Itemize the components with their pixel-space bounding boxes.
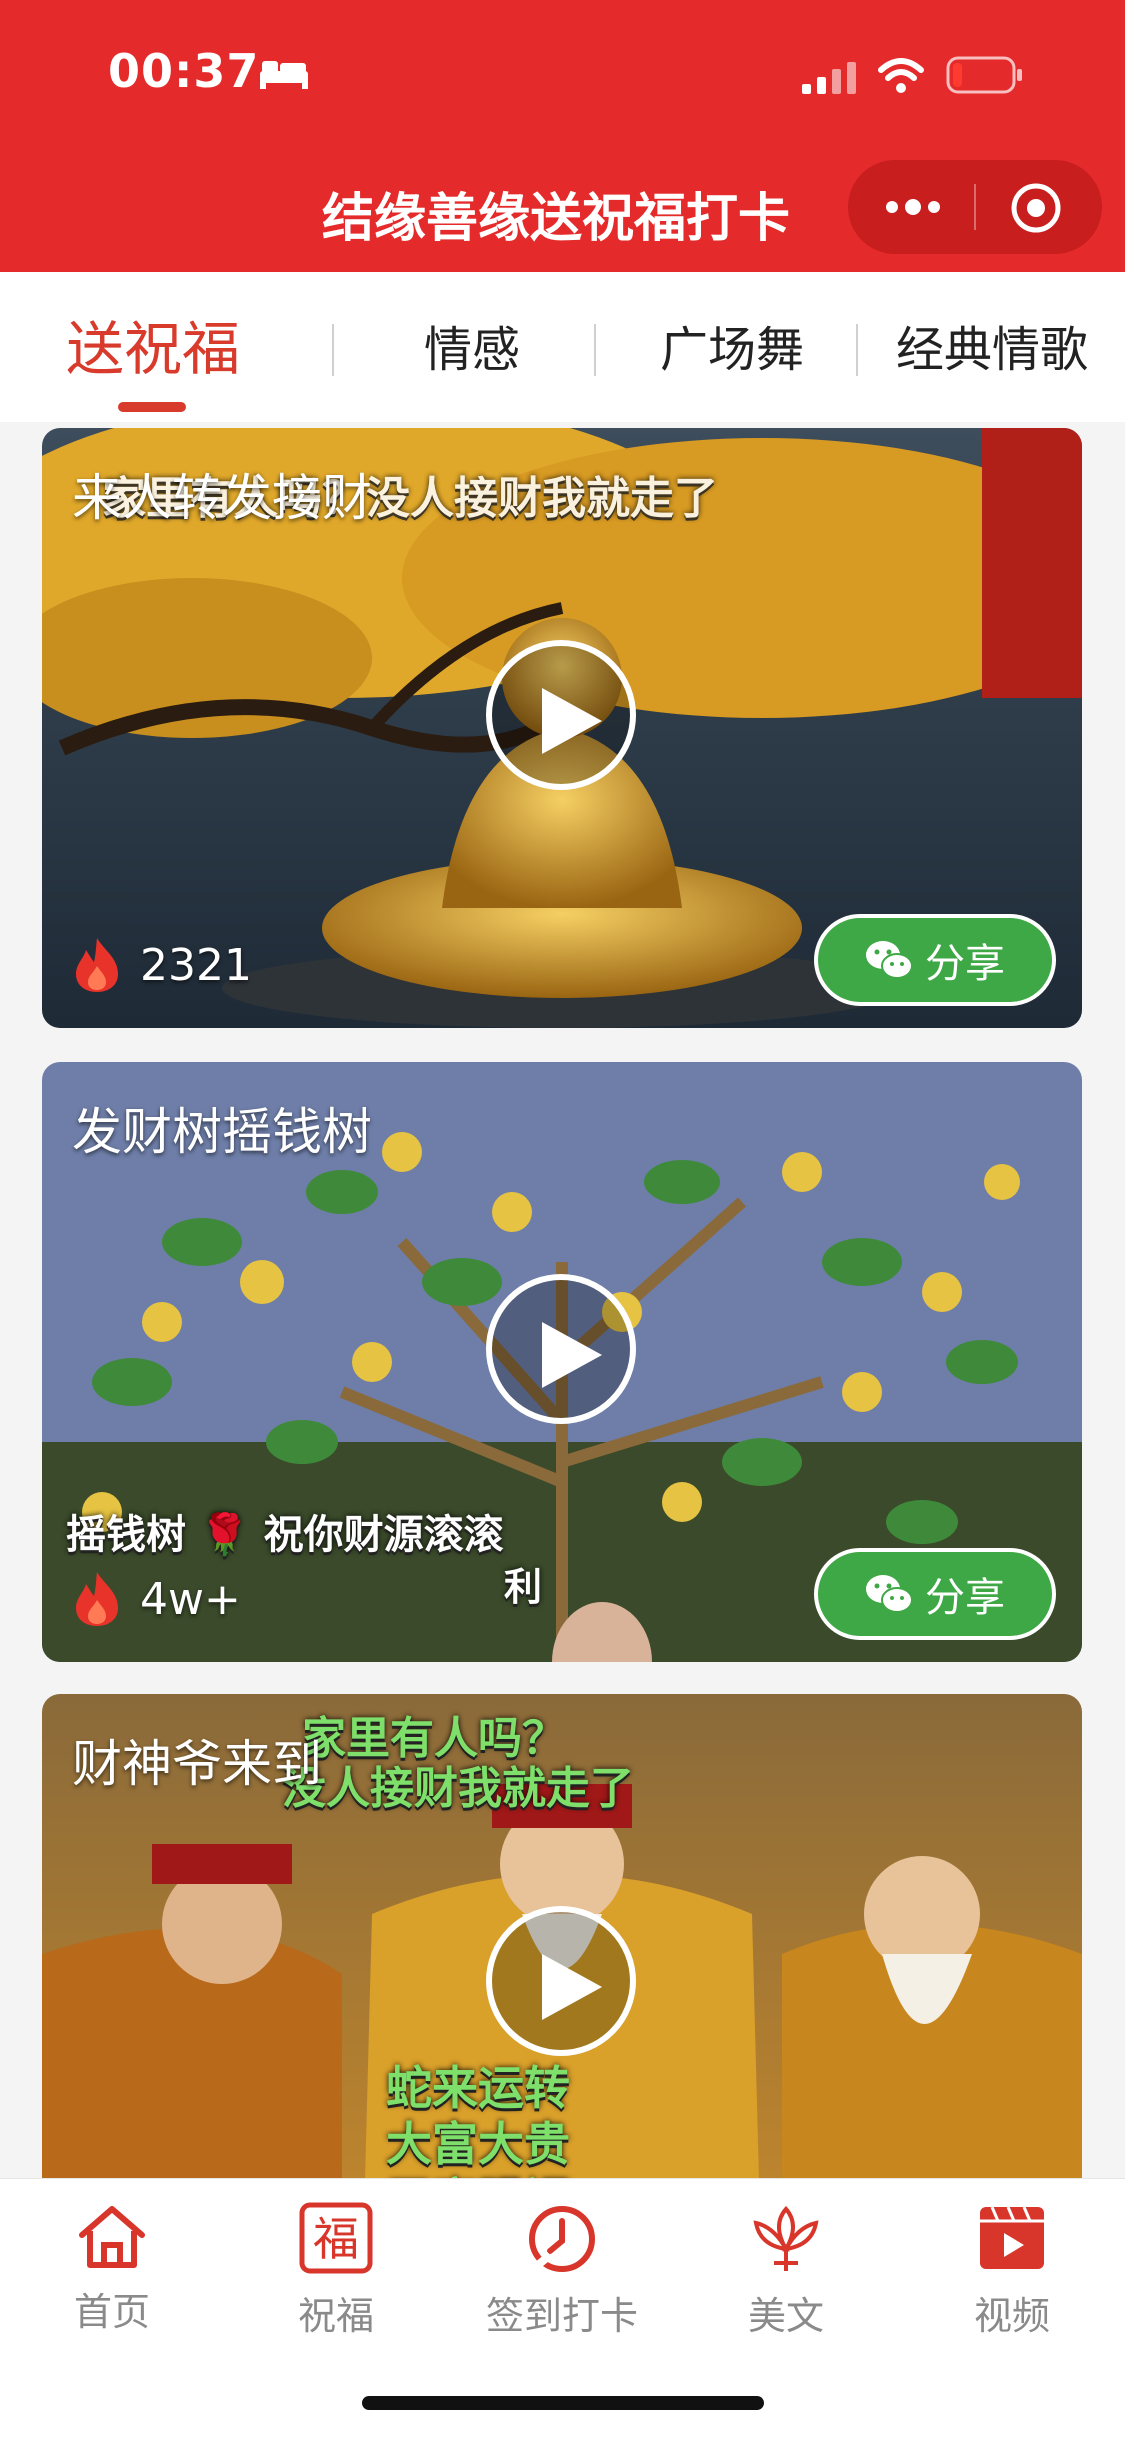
nav-home[interactable]: 首页 xyxy=(22,2201,202,2336)
nav-check-in[interactable]: 签到打卡 xyxy=(472,2201,652,2340)
tab-classic-love-songs[interactable]: 经典情歌 xyxy=(896,310,1088,380)
video-card[interactable]: 家里有人吗？没人接财我就走了 来人转发接财 2321 分享 xyxy=(42,428,1082,1028)
view-count-value: 4w+ xyxy=(140,1573,241,1625)
share-button[interactable]: 分享 xyxy=(814,1548,1056,1640)
video-title: 来人转发接财 xyxy=(72,469,372,527)
tab-separator xyxy=(594,324,596,376)
video-feed[interactable]: 家里有人吗？没人接财我就走了 来人转发接财 2321 分享 发财树摇钱树 摇钱树… xyxy=(0,422,1125,2178)
category-tabs: 送祝福 情感 广场舞 经典情歌 xyxy=(0,272,1125,422)
fire-icon xyxy=(76,938,118,992)
video-title: 发财树摇钱树 xyxy=(72,1103,372,1161)
capsule-divider xyxy=(974,184,976,230)
cellular-signal-icon xyxy=(802,62,856,94)
play-button[interactable] xyxy=(486,1906,636,2056)
play-button[interactable] xyxy=(486,640,636,790)
video-title: 财神爷来到 xyxy=(72,1735,322,1793)
tab-square-dance[interactable]: 广场舞 xyxy=(660,310,804,380)
video-icon xyxy=(980,2206,1044,2269)
wechat-icon xyxy=(866,1575,913,1613)
active-tab-indicator xyxy=(118,402,186,412)
wifi-icon xyxy=(878,58,924,93)
page-title: 结缘善缘送祝福打卡 xyxy=(322,189,791,249)
nav-video[interactable]: 视频 xyxy=(922,2201,1102,2340)
status-time: 00:37 xyxy=(108,44,260,98)
nav-articles[interactable]: 美文 xyxy=(696,2201,876,2340)
view-count: 2321 xyxy=(72,936,252,994)
video-overlay-caption: 利 xyxy=(504,1565,543,1609)
lotus-icon xyxy=(753,2205,819,2271)
fu-icon: 福 xyxy=(299,2202,373,2274)
video-overlay-caption: 天官赐福 xyxy=(386,2164,570,2178)
fu-glyph: 福 xyxy=(313,2212,359,2266)
share-label: 分享 xyxy=(925,941,1005,987)
video-overlay-caption: 摇钱树 🌹 祝你财源滚滚 xyxy=(66,1512,504,1558)
view-count-value: 2321 xyxy=(140,939,252,991)
tab-separator xyxy=(332,324,334,376)
clock-icon xyxy=(529,2206,595,2272)
top-bar: 00:37 结缘善缘送祝福打卡 xyxy=(0,0,1125,272)
home-indicator xyxy=(362,2396,764,2410)
play-icon xyxy=(542,688,602,754)
nav-label: 签到打卡 xyxy=(485,2294,638,2338)
home-icon xyxy=(79,2206,145,2268)
sleep-focus-icon xyxy=(260,61,308,89)
fire-icon xyxy=(76,1572,118,1626)
share-button[interactable]: 分享 xyxy=(814,914,1056,1006)
tab-send-blessing[interactable]: 送祝福 xyxy=(66,302,240,386)
play-button[interactable] xyxy=(486,1274,636,1424)
tab-separator xyxy=(856,324,858,376)
nav-label: 首页 xyxy=(73,2290,150,2334)
miniprogram-capsule xyxy=(848,160,1102,254)
nav-label: 美文 xyxy=(747,2294,824,2338)
nav-blessing[interactable]: 福 祝福 xyxy=(246,2201,426,2340)
nav-label: 祝福 xyxy=(297,2294,374,2338)
video-overlay-caption: 没人接财我就走了 xyxy=(282,1763,634,1814)
video-card[interactable]: 家里有人吗？ 没人接财我就走了 财神爷来到 蛇来运转 大富大贵 天官赐福 xyxy=(42,1694,1082,2178)
more-icon[interactable] xyxy=(878,182,948,232)
wechat-icon xyxy=(866,941,913,979)
video-card[interactable]: 发财树摇钱树 摇钱树 🌹 祝你财源滚滚 利 4w+ 分享 xyxy=(42,1062,1082,1662)
nav-label: 视频 xyxy=(973,2294,1050,2338)
close-miniprogram-icon[interactable] xyxy=(1008,180,1064,236)
play-icon xyxy=(542,1954,602,2020)
view-count: 4w+ xyxy=(72,1570,241,1628)
play-icon xyxy=(542,1322,602,1388)
share-label: 分享 xyxy=(925,1575,1005,1621)
battery-icon xyxy=(946,56,1022,94)
tab-emotion[interactable]: 情感 xyxy=(424,310,520,380)
